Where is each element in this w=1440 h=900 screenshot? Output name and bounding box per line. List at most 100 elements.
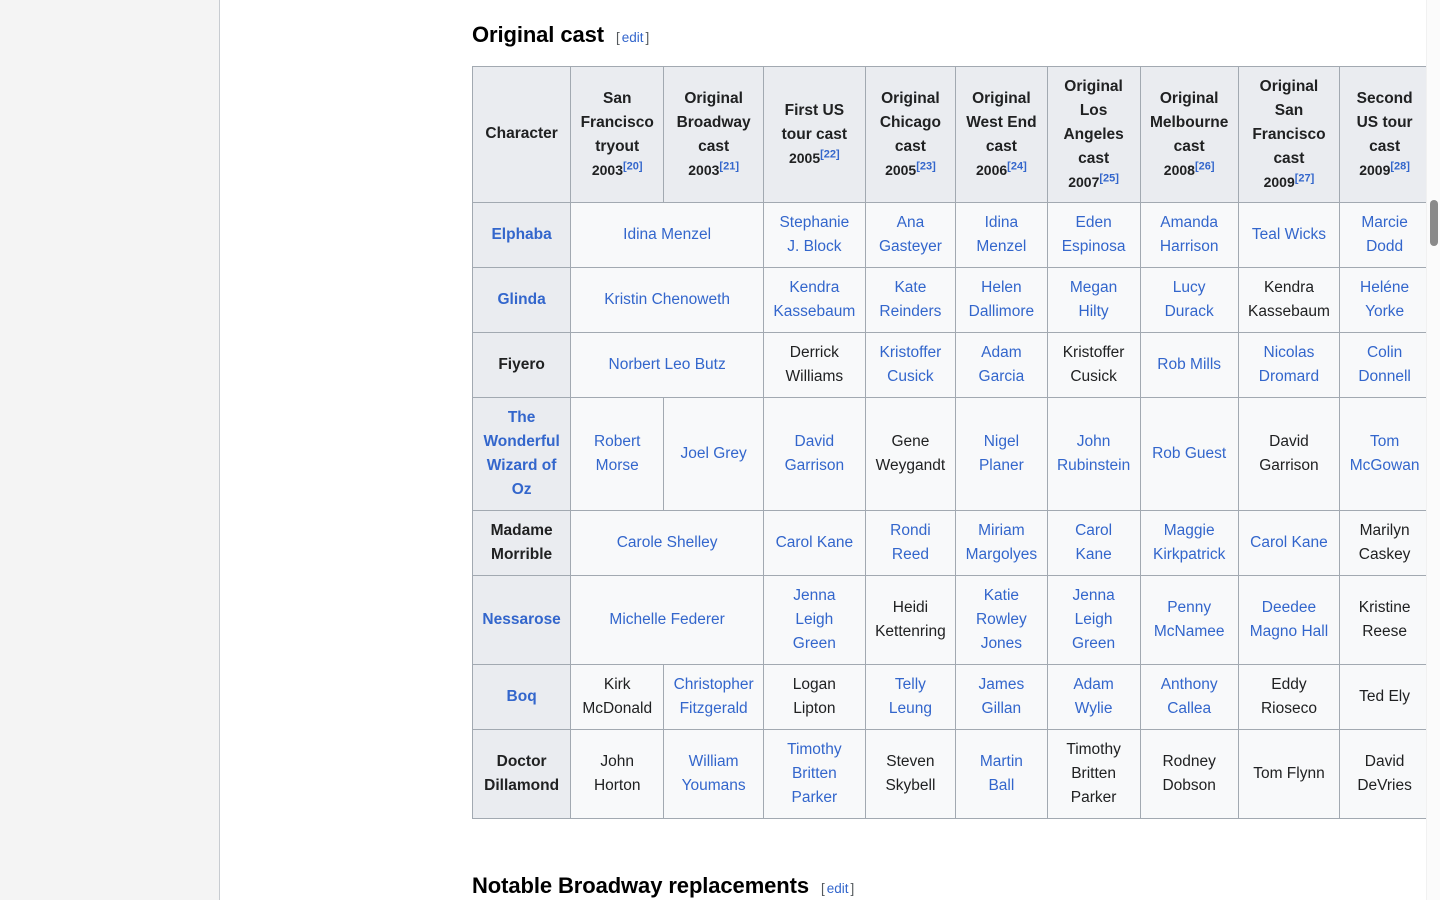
cast-cell[interactable]: Carol Kane (763, 509, 866, 576)
performer-link[interactable]: Adam Wylie (1073, 676, 1114, 717)
performer-link[interactable]: Carol Kane (1075, 522, 1112, 563)
performer-link[interactable]: Rob Mills (1157, 356, 1221, 373)
row-header-character[interactable]: Elphaba (471, 201, 572, 268)
performer-link[interactable]: Miriam Margolyes (966, 522, 1038, 563)
cast-cell[interactable]: Adam Garcia (955, 331, 1048, 398)
cast-cell[interactable]: Joel Grey (663, 396, 765, 511)
row-header-character[interactable]: Boq (471, 663, 572, 731)
performer-link[interactable]: Megan Hilty (1070, 279, 1117, 320)
cast-cell[interactable]: Stephanie J. Block (763, 201, 866, 268)
reference-superscript[interactable]: [23] (916, 160, 936, 172)
cast-cell[interactable]: Megan Hilty (1046, 266, 1141, 333)
reference-superscript[interactable]: [22] (820, 148, 840, 160)
cast-cell[interactable]: Robert Morse (570, 396, 665, 511)
row-header-character[interactable]: The Wonderful Wizard of Oz (471, 396, 572, 511)
cast-cell[interactable]: Idina Menzel (955, 201, 1048, 268)
cast-cell[interactable]: Anthony Callea (1139, 663, 1239, 731)
performer-link[interactable]: Adam Garcia (979, 344, 1025, 385)
performer-link[interactable]: Christopher Fitzgerald (674, 676, 754, 717)
cast-cell[interactable]: Ana Gasteyer (864, 201, 957, 268)
performer-link[interactable]: Maggie Kirkpatrick (1153, 522, 1225, 563)
cast-cell[interactable]: Carol Kane (1237, 509, 1341, 576)
reference-superscript[interactable]: [24] (1007, 160, 1027, 172)
cast-cell[interactable]: Rob Guest (1139, 396, 1239, 511)
performer-link[interactable]: Amanda Harrison (1160, 214, 1219, 255)
reference-superscript[interactable]: [27] (1295, 172, 1315, 184)
performer-link[interactable]: Kristoffer Cusick (880, 344, 942, 385)
performer-link[interactable]: Carol Kane (1250, 534, 1328, 551)
performer-link[interactable]: Colin Donnell (1358, 344, 1411, 385)
performer-link[interactable]: Eden Espinosa (1062, 214, 1126, 255)
reference-link[interactable]: [20] (623, 160, 643, 172)
cast-cell[interactable]: Kristin Chenoweth (570, 266, 765, 333)
cast-cell[interactable]: Helen Dallimore (955, 266, 1048, 333)
cast-cell[interactable]: Nigel Planer (955, 396, 1048, 511)
performer-link[interactable]: Telly Leung (889, 676, 932, 717)
cast-cell[interactable]: Kendra Kassebaum (763, 266, 866, 333)
cast-cell[interactable]: Tom McGowan (1339, 396, 1430, 511)
performer-link[interactable]: Katie Rowley Jones (976, 587, 1027, 652)
cast-cell[interactable]: James Gillan (955, 663, 1048, 731)
character-link[interactable]: Boq (507, 688, 537, 705)
cast-cell[interactable]: Carole Shelley (570, 509, 765, 576)
performer-link[interactable]: Lucy Durack (1165, 279, 1214, 320)
performer-link[interactable]: Joel Grey (680, 445, 746, 462)
performer-link[interactable]: David Garrison (785, 433, 844, 474)
scrollbar-thumb[interactable] (1430, 200, 1438, 246)
performer-link[interactable]: Deedee Magno Hall (1250, 599, 1328, 640)
performer-link[interactable]: Helen Dallimore (969, 279, 1034, 320)
reference-link[interactable]: [28] (1390, 160, 1410, 172)
cast-cell[interactable]: Katie Rowley Jones (955, 574, 1048, 665)
performer-link[interactable]: Timothy Britten Parker (787, 741, 842, 806)
cast-cell[interactable]: Colin Donnell (1339, 331, 1430, 398)
cast-cell[interactable]: Adam Wylie (1046, 663, 1141, 731)
reference-superscript[interactable]: [28] (1390, 160, 1410, 172)
performer-link[interactable]: Idina Menzel (976, 214, 1026, 255)
cast-cell[interactable]: Rondi Reed (864, 509, 957, 576)
reference-superscript[interactable]: [25] (1099, 172, 1119, 184)
character-link[interactable]: Glinda (497, 291, 545, 308)
character-link[interactable]: The Wonderful Wizard of Oz (483, 409, 559, 498)
performer-link[interactable]: Idina Menzel (623, 226, 711, 243)
reference-link[interactable]: [27] (1295, 172, 1315, 184)
cast-cell[interactable]: Michelle Federer (570, 574, 765, 665)
cast-cell[interactable]: Heléne Yorke (1339, 266, 1430, 333)
performer-link[interactable]: Tom McGowan (1350, 433, 1420, 474)
performer-link[interactable]: Jenna Leigh Green (793, 587, 836, 652)
cast-cell[interactable]: David Garrison (763, 396, 866, 511)
performer-link[interactable]: Nicolas Dromard (1259, 344, 1319, 385)
edit-link[interactable]: edit (620, 30, 646, 45)
performer-link[interactable]: Carole Shelley (617, 534, 718, 551)
performer-link[interactable]: Kate Reinders (879, 279, 941, 320)
reference-link[interactable]: [24] (1007, 160, 1027, 172)
performer-link[interactable]: Teal Wicks (1252, 226, 1326, 243)
cast-cell[interactable]: Timothy Britten Parker (763, 729, 866, 820)
cast-cell[interactable]: Norbert Leo Butz (570, 331, 765, 398)
reference-link[interactable]: [22] (820, 148, 840, 160)
cast-cell[interactable]: Kate Reinders (864, 266, 957, 333)
character-link[interactable]: Elphaba (491, 226, 551, 243)
reference-superscript[interactable]: [21] (719, 160, 739, 172)
character-link[interactable]: Nessarose (482, 611, 560, 628)
reference-link[interactable]: [21] (719, 160, 739, 172)
performer-link[interactable]: James Gillan (979, 676, 1025, 717)
cast-cell[interactable]: John Rubinstein (1046, 396, 1141, 511)
cast-cell[interactable]: Jenna Leigh Green (763, 574, 866, 665)
cast-cell[interactable]: Teal Wicks (1237, 201, 1341, 268)
reference-superscript[interactable]: [26] (1195, 160, 1215, 172)
performer-link[interactable]: Stephanie J. Block (779, 214, 849, 255)
cast-cell[interactable]: Carol Kane (1046, 509, 1141, 576)
cast-cell[interactable]: Eden Espinosa (1046, 201, 1141, 268)
cast-cell[interactable]: Marcie Dodd (1339, 201, 1430, 268)
cast-cell[interactable]: Idina Menzel (570, 201, 765, 268)
performer-link[interactable]: Nigel Planer (979, 433, 1024, 474)
cast-cell[interactable]: Jenna Leigh Green (1046, 574, 1141, 665)
cast-cell[interactable]: Nicolas Dromard (1237, 331, 1341, 398)
performer-link[interactable]: Anthony Callea (1161, 676, 1218, 717)
row-header-character[interactable]: Nessarose (471, 574, 572, 665)
performer-link[interactable]: Carol Kane (776, 534, 854, 551)
cast-cell[interactable]: Maggie Kirkpatrick (1139, 509, 1239, 576)
performer-link[interactable]: Martin Ball (980, 753, 1023, 794)
reference-link[interactable]: [23] (916, 160, 936, 172)
performer-link[interactable]: Robert Morse (594, 433, 641, 474)
